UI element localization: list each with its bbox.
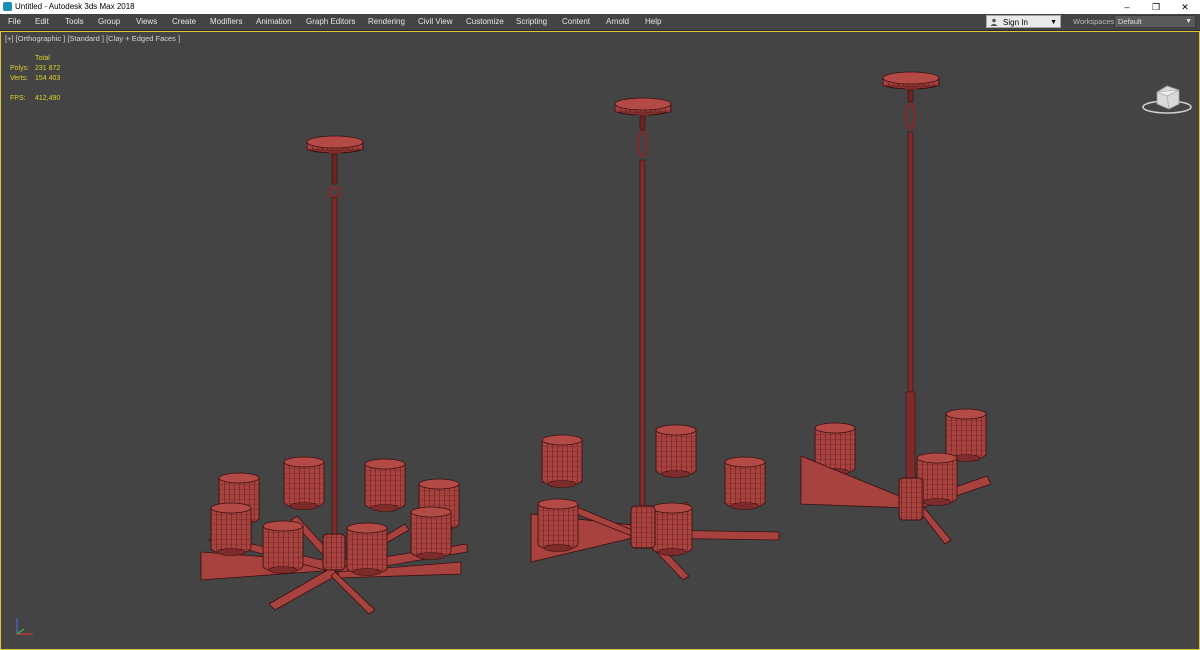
- workspaces-value: Default: [1118, 17, 1142, 26]
- menu-edit[interactable]: Edit: [35, 14, 49, 30]
- verts-label: Verts:: [10, 75, 28, 82]
- workspaces-label: Workspaces:: [1073, 17, 1117, 26]
- chevron-down-icon: ▼: [1185, 18, 1192, 25]
- minimize-button[interactable]: –: [1113, 0, 1141, 14]
- stats-header: Total: [35, 55, 50, 62]
- app-icon: [3, 2, 12, 11]
- window-title: Untitled - Autodesk 3ds Max 2018: [15, 2, 135, 11]
- menu-file[interactable]: File: [8, 14, 21, 30]
- close-button[interactable]: ✕: [1171, 0, 1199, 14]
- viewport-statistics: Total Polys: 231 872 Verts: 154 403 FPS: 41…: [10, 54, 90, 104]
- menu-create[interactable]: Create: [172, 14, 196, 30]
- menu-civil-view[interactable]: Civil View: [418, 14, 453, 30]
- chandelier-large[interactable]: [200, 135, 468, 615]
- menu-group[interactable]: Group: [98, 14, 120, 30]
- chandelier-small[interactable]: [800, 71, 992, 545]
- sign-in-label: Sign In: [1003, 18, 1028, 27]
- menu-content[interactable]: Content: [562, 14, 590, 30]
- user-icon: [990, 18, 998, 26]
- perspective-viewport[interactable]: [+] [Orthographic ] [Standard ] [Clay + …: [0, 31, 1200, 650]
- menu-help[interactable]: Help: [645, 14, 661, 30]
- restore-button[interactable]: ❐: [1142, 0, 1170, 14]
- fps-label: FPS:: [10, 95, 26, 102]
- polys-value: 231 872: [35, 65, 61, 72]
- menu-tools[interactable]: Tools: [65, 14, 84, 30]
- viewcube-icon[interactable]: [1141, 82, 1193, 116]
- axis-tripod-icon: [16, 618, 33, 635]
- fps-value: 412,490: [35, 95, 61, 102]
- verts-value: 154 403: [35, 75, 61, 82]
- viewport-label[interactable]: [+] [Orthographic ] [Standard ] [Clay + …: [5, 34, 180, 43]
- workspaces-select[interactable]: Default ▼: [1114, 15, 1196, 28]
- title-bar: Untitled - Autodesk 3ds Max 2018 – ❐ ✕: [0, 0, 1200, 14]
- polys-label: Polys:: [10, 65, 30, 72]
- viewport-scene[interactable]: [1, 32, 1199, 649]
- menu-animation[interactable]: Animation: [256, 14, 292, 30]
- menu-graph-editors[interactable]: Graph Editors: [306, 14, 355, 30]
- menu-arnold[interactable]: Arnold: [606, 14, 629, 30]
- sign-in-dropdown[interactable]: Sign In ▼: [986, 15, 1061, 28]
- menu-rendering[interactable]: Rendering: [368, 14, 405, 30]
- chandelier-medium[interactable]: [530, 97, 780, 581]
- menu-customize[interactable]: Customize: [466, 14, 504, 30]
- menu-bar: File Edit Tools Group Views Create Modif…: [0, 14, 1200, 31]
- chevron-down-icon: ▼: [1050, 19, 1057, 26]
- menu-modifiers[interactable]: Modifiers: [210, 14, 242, 30]
- menu-scripting[interactable]: Scripting: [516, 14, 547, 30]
- menu-views[interactable]: Views: [136, 14, 157, 30]
